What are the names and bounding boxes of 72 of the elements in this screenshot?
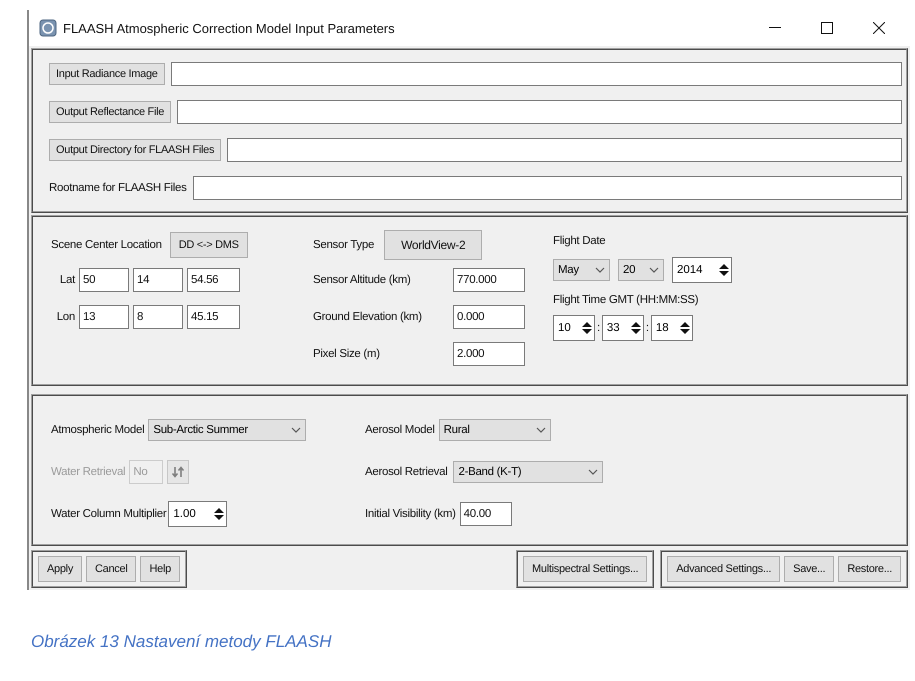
aerosol-retrieval-dropdown[interactable]: 2-Band (K-T) xyxy=(453,461,604,483)
file-select-button[interactable]: Output Reflectance File xyxy=(49,101,172,123)
spin-arrows-icon[interactable] xyxy=(630,322,641,334)
field-label: Sensor Type xyxy=(313,239,374,251)
aerosol-model-dropdown[interactable]: Rural xyxy=(438,419,551,441)
coordinate-field[interactable]: 45.15 xyxy=(187,304,240,328)
maximize-icon[interactable] xyxy=(821,22,833,34)
field-label: Sensor Altitude (km) xyxy=(313,274,412,286)
dialog-button[interactable]: Cancel xyxy=(86,556,136,582)
coordinate-field[interactable]: 54.56 xyxy=(187,268,240,292)
field-label: Rootname for FLAASH Files xyxy=(49,182,187,194)
caret-icon xyxy=(595,267,605,273)
coordinate-field[interactable]: 13 xyxy=(79,304,129,328)
field-label: Water Column Multiplier xyxy=(51,508,166,520)
dialog-button[interactable]: Multispectral Settings... xyxy=(523,556,648,582)
field-label: Ground Elevation (km) xyxy=(313,310,423,322)
caret-icon xyxy=(536,427,546,433)
field-label: Initial Visibility (km) xyxy=(365,508,456,520)
time-separator: : xyxy=(646,322,649,334)
field-label: Aerosol Retrieval xyxy=(365,466,448,478)
value-field[interactable]: 0.000 xyxy=(453,304,525,328)
up-down-arrows-icon xyxy=(172,466,184,478)
file-select-button[interactable]: Input Radiance Image xyxy=(49,63,165,85)
path-field[interactable] xyxy=(170,62,902,86)
minimize-icon[interactable] xyxy=(769,27,781,29)
spin-arrows-icon[interactable] xyxy=(719,264,729,276)
path-field[interactable] xyxy=(192,176,902,200)
coordinate-field[interactable]: 14 xyxy=(133,268,183,292)
window-title: FLAASH Atmospheric Correction Model Input Parameters xyxy=(63,20,396,36)
value-field[interactable]: 2.000 xyxy=(453,342,525,366)
visibility-field[interactable]: 40.00 xyxy=(460,502,512,526)
app-icon xyxy=(39,19,57,37)
swap-button[interactable] xyxy=(167,460,190,484)
time-separator: : xyxy=(597,322,600,334)
close-icon[interactable] xyxy=(873,22,885,34)
caret-icon xyxy=(588,469,598,475)
sensor-type-button[interactable]: WorldView-2 xyxy=(384,230,482,260)
spin-arrows-icon[interactable] xyxy=(582,322,592,334)
field-label: Lon xyxy=(56,310,75,322)
path-field[interactable] xyxy=(177,100,902,124)
field-label: Pixel Size (m) xyxy=(313,348,381,360)
year-spinner[interactable]: 2014 xyxy=(672,257,732,283)
dialog-button[interactable]: Apply xyxy=(38,556,82,582)
figure-caption: Obrázek 13 Nastavení metody FLAASH xyxy=(31,632,332,652)
spin-arrows-icon[interactable] xyxy=(680,322,690,334)
field-label: Lat xyxy=(58,274,75,286)
dialog-button[interactable]: Advanced Settings... xyxy=(667,556,780,582)
time-spinner[interactable]: 18 xyxy=(650,315,693,341)
multiplier-spinner[interactable]: 1.00 xyxy=(168,501,228,527)
caret-icon xyxy=(291,427,302,433)
coordinate-field[interactable]: 50 xyxy=(79,268,129,292)
path-field[interactable] xyxy=(227,138,902,162)
field-label: Water Retrieval xyxy=(51,466,126,478)
field-label: Scene Center Location xyxy=(51,239,162,251)
time-spinner[interactable]: 33 xyxy=(602,315,644,341)
field-label: Flight Time GMT (HH:MM:SS) xyxy=(553,294,698,306)
dialog-button[interactable]: Save... xyxy=(784,556,834,582)
value-field[interactable]: 770.000 xyxy=(453,268,525,292)
dialog-button[interactable]: Restore... xyxy=(838,556,901,582)
field-label: Atmospheric Model xyxy=(51,424,144,436)
field-label: Aerosol Model xyxy=(365,424,435,436)
field-label: Flight Date xyxy=(553,235,606,247)
file-select-button[interactable]: Output Directory for FLAASH Files xyxy=(49,139,222,161)
caret-icon xyxy=(649,267,659,273)
dialog-button[interactable]: Help xyxy=(140,556,180,582)
spin-arrows-icon[interactable] xyxy=(214,508,224,520)
toggle-button[interactable]: DD <-> DMS xyxy=(170,232,248,258)
day-dropdown[interactable]: 20 xyxy=(618,259,664,281)
atmospheric-model-dropdown[interactable]: Sub-Arctic Summer xyxy=(148,419,306,441)
time-spinner[interactable]: 10 xyxy=(553,315,595,341)
coordinate-field[interactable]: 8 xyxy=(133,304,183,328)
month-dropdown[interactable]: May xyxy=(553,259,610,281)
